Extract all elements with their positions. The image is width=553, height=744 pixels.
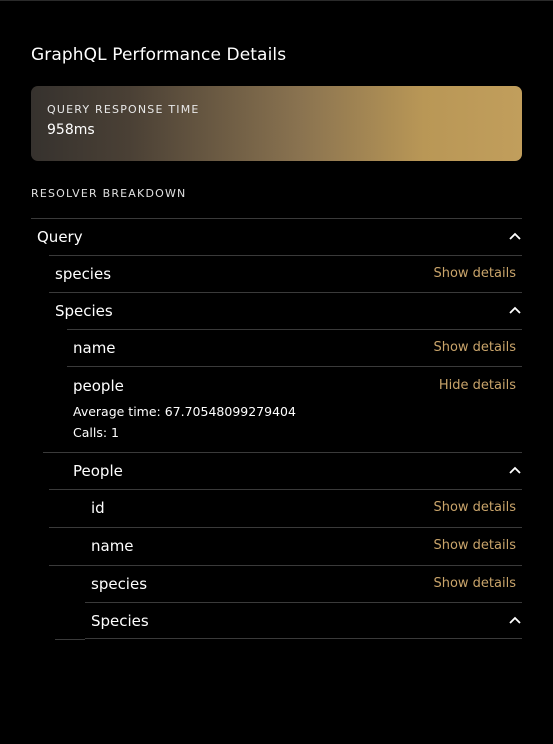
resolver-people-row: people Hide details Average time: 67.705…: [67, 366, 522, 452]
show-details-button[interactable]: Show details: [433, 528, 516, 564]
calls-text: Calls: 1: [73, 425, 119, 440]
resolver-breakdown-label: RESOLVER BREAKDOWN: [31, 187, 187, 200]
query-response-time-card: QUERY RESPONSE TIME 958ms: [31, 86, 522, 161]
resolver-people-name-row: name Show details: [49, 527, 522, 565]
resolver-name-row: name Show details: [67, 329, 522, 366]
top-border: [0, 0, 553, 1]
panel-title: GraphQL Performance Details: [31, 45, 287, 65]
chevron-up-icon[interactable]: [508, 613, 522, 627]
average-time-text: Average time: 67.70548099279404: [73, 404, 296, 419]
resolver-label: species: [55, 265, 112, 283]
resolver-species-row: species Show details: [49, 255, 522, 292]
chevron-up-icon[interactable]: [508, 463, 522, 477]
chevron-up-icon[interactable]: [508, 229, 522, 243]
resolver-label: people: [73, 377, 124, 395]
resolver-label: People: [73, 462, 123, 480]
resolver-query-row[interactable]: Query: [31, 218, 522, 255]
resolver-label: id: [91, 499, 105, 517]
resolver-label: Species: [91, 612, 149, 630]
resolver-label: Species: [55, 302, 113, 320]
response-time-label: QUERY RESPONSE TIME: [47, 103, 200, 116]
divider: [55, 639, 85, 640]
resolver-label: species: [91, 575, 148, 593]
chevron-up-icon[interactable]: [508, 303, 522, 317]
resolver-label: name: [91, 537, 134, 555]
show-details-button[interactable]: Show details: [433, 566, 516, 602]
show-details-button[interactable]: Show details: [433, 490, 516, 526]
resolver-label: Query: [37, 228, 83, 246]
show-details-button[interactable]: Show details: [433, 256, 516, 292]
show-details-button[interactable]: Show details: [433, 330, 516, 366]
resolver-species-type-row[interactable]: Species: [49, 292, 522, 329]
resolver-id-row: id Show details: [49, 489, 522, 527]
hide-details-button[interactable]: Hide details: [439, 368, 516, 404]
resolver-label: name: [73, 339, 116, 357]
response-time-value: 958ms: [47, 122, 95, 138]
resolver-people-species-row: species Show details: [49, 565, 522, 602]
resolver-people-species-type-row[interactable]: Species: [85, 602, 522, 639]
resolver-people-type-row[interactable]: People: [43, 452, 522, 489]
